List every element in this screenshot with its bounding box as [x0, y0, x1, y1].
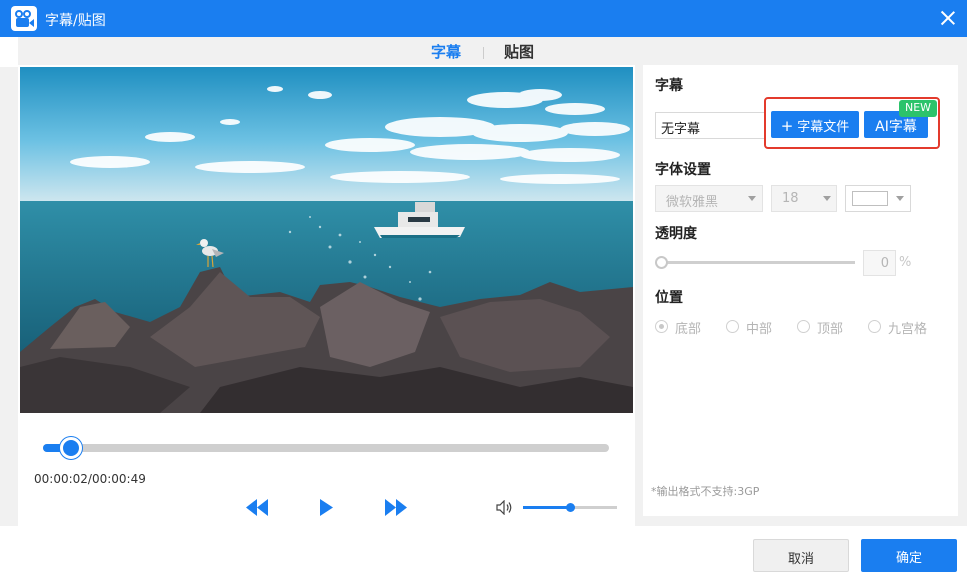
font-size-select[interactable]: 18: [771, 185, 837, 212]
video-camera-icon: [11, 6, 37, 31]
opacity-handle[interactable]: [655, 256, 668, 269]
volume-icon[interactable]: [496, 500, 514, 515]
radio-middle[interactable]: [726, 320, 739, 333]
chevron-down-icon: [896, 196, 904, 201]
new-badge: NEW: [899, 100, 937, 117]
chevron-down-icon: [748, 196, 756, 201]
play-icon[interactable]: [320, 499, 333, 516]
opacity-track[interactable]: [656, 261, 855, 264]
font-color-select[interactable]: [845, 185, 911, 212]
font-family-select[interactable]: 微软雅黑: [655, 185, 763, 212]
radio-label-middle: 中部: [746, 322, 773, 337]
radio-bottom[interactable]: [655, 320, 668, 333]
opacity-section-title: 透明度: [655, 226, 697, 242]
ok-button[interactable]: 确定: [861, 539, 957, 572]
opacity-input[interactable]: 0: [863, 250, 896, 276]
subtitle-select[interactable]: 无字幕: [655, 112, 765, 139]
subtitle-section-title: 字幕: [655, 78, 683, 94]
rewind-icon[interactable]: [246, 499, 268, 516]
radio-label-grid: 九宫格: [888, 322, 928, 337]
chevron-down-icon: [823, 196, 831, 201]
title-bar: 字幕/贴图: [0, 0, 967, 37]
tab-sticker[interactable]: 贴图: [504, 41, 534, 62]
subtitle-sticker-dialog: 字幕/贴图 字幕 贴图 00:00:02/00:00:49 字幕 无字幕 + 字…: [0, 0, 967, 583]
close-icon[interactable]: [937, 7, 959, 29]
radio-grid[interactable]: [868, 320, 881, 333]
seascape-image: [20, 67, 633, 413]
radio-label-bottom: 底部: [675, 322, 702, 337]
add-subtitle-file-button[interactable]: + 字幕文件: [771, 111, 859, 138]
tab-subtitle[interactable]: 字幕: [431, 41, 461, 62]
video-panel: [18, 65, 635, 526]
window-title: 字幕/贴图: [45, 13, 106, 29]
position-section-title: 位置: [655, 290, 683, 306]
font-section-title: 字体设置: [655, 162, 711, 178]
progress-track[interactable]: [43, 444, 609, 452]
tab-bar: 字幕 贴图: [0, 37, 967, 65]
video-preview: [20, 67, 633, 413]
fast-forward-icon[interactable]: [385, 499, 407, 516]
plus-icon: +: [780, 117, 794, 135]
volume-handle[interactable]: [565, 503, 575, 512]
opacity-unit: %: [899, 255, 912, 270]
font-size-value: 18: [782, 191, 799, 206]
format-note: *输出格式不支持:3GP: [651, 485, 760, 498]
volume-fill: [523, 506, 570, 509]
add-subtitle-file-label: 字幕文件: [797, 120, 850, 135]
radio-label-top: 顶部: [817, 322, 844, 337]
radio-top[interactable]: [797, 320, 810, 333]
cancel-button[interactable]: 取消: [753, 539, 849, 572]
time-readout: 00:00:02/00:00:49: [34, 472, 146, 486]
color-swatch: [852, 191, 888, 206]
font-family-value: 微软雅黑: [666, 195, 719, 210]
tab-divider: [483, 47, 484, 59]
